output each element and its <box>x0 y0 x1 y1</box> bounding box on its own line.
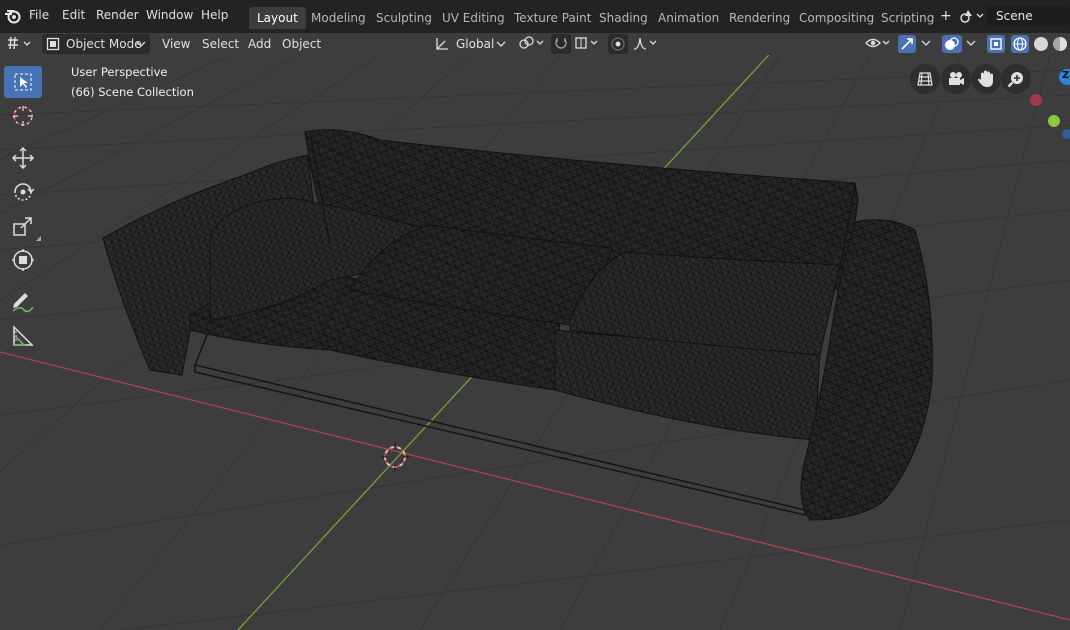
move-icon <box>11 146 35 170</box>
chevron-down-icon[interactable] <box>966 38 976 58</box>
proportional-editing-icon[interactable] <box>608 34 628 54</box>
mode-label: Object Mode <box>66 37 142 51</box>
cursor-tool[interactable] <box>4 100 42 132</box>
transform-orientation-dropdown[interactable]: Global <box>432 34 512 54</box>
menu-help[interactable]: Help <box>201 8 228 22</box>
menu-render[interactable]: Render <box>96 8 139 22</box>
tab-shading[interactable]: Shading <box>591 7 656 29</box>
navigation-gizmo[interactable]: Z <box>1025 66 1070 146</box>
toggle-view-button[interactable] <box>910 64 940 94</box>
select-box-tool[interactable] <box>4 66 42 98</box>
wireframe-shading-icon[interactable] <box>1010 34 1030 54</box>
gizmo-toggle-icon[interactable] <box>897 34 917 54</box>
pivot-point-icon[interactable] <box>518 35 548 55</box>
scene-selector-icon[interactable] <box>959 7 985 25</box>
tab-animation[interactable]: Animation <box>650 7 727 29</box>
3d-viewport[interactable] <box>0 55 1070 630</box>
solid-shading-icon[interactable] <box>1032 34 1050 54</box>
transform-icon <box>11 248 35 272</box>
hand-pan-icon <box>977 69 995 89</box>
overlays-toggle-icon[interactable] <box>941 34 963 54</box>
viewport-canvas <box>0 55 1070 630</box>
mode-dropdown[interactable]: Object Mode <box>42 34 150 54</box>
menu-object[interactable]: Object <box>282 34 321 54</box>
orientation-axes-icon <box>434 36 450 52</box>
measure-tool[interactable] <box>4 320 42 352</box>
transform-tool[interactable] <box>4 244 42 276</box>
orientation-label: Global <box>456 37 495 51</box>
chevron-down-icon <box>496 39 506 49</box>
falloff-curve-icon[interactable] <box>632 35 660 55</box>
menu-select[interactable]: Select <box>202 34 239 54</box>
material-shading-icon[interactable] <box>1051 34 1070 54</box>
annotate-icon <box>10 290 36 314</box>
snap-toggle-icon[interactable] <box>551 34 571 54</box>
rotate-tool[interactable] <box>4 176 42 208</box>
tab-compositing[interactable]: Compositing <box>791 7 882 29</box>
visibility-icon[interactable] <box>864 35 892 55</box>
tab-uv-editing[interactable]: UV Editing <box>434 7 513 29</box>
tab-rendering[interactable]: Rendering <box>721 7 798 29</box>
move-tool[interactable] <box>4 142 42 174</box>
camera-icon <box>947 70 965 88</box>
camera-view-button[interactable] <box>941 64 971 94</box>
scale-tool[interactable] <box>4 210 42 242</box>
menu-add[interactable]: Add <box>248 34 271 54</box>
chevron-down-icon <box>136 39 146 49</box>
viewport-collection-label: (66) Scene Collection <box>71 85 194 99</box>
snap-target-icon[interactable] <box>574 35 602 55</box>
chevron-down-icon[interactable] <box>921 38 931 58</box>
zoom-icon <box>1007 70 1025 88</box>
cursor-icon <box>10 104 36 128</box>
corner-indicator-icon <box>36 236 41 241</box>
xray-toggle-icon[interactable] <box>986 34 1006 54</box>
add-workspace-button[interactable]: + <box>940 8 952 24</box>
pan-view-button[interactable] <box>971 64 1001 94</box>
select-box-icon <box>13 72 33 92</box>
menu-window[interactable]: Window <box>146 8 193 22</box>
blender-logo-icon[interactable] <box>4 7 22 25</box>
gizmo-z-label: Z <box>1062 70 1070 81</box>
menu-file[interactable]: File <box>29 8 49 22</box>
scale-icon <box>12 215 34 237</box>
tab-scripting[interactable]: Scripting <box>873 7 942 29</box>
tab-texture-paint[interactable]: Texture Paint <box>506 7 599 29</box>
rotate-icon <box>11 180 35 204</box>
grid-view-icon <box>917 71 933 87</box>
viewport-perspective-label: User Perspective <box>71 65 168 79</box>
scene-name-field[interactable]: Scene <box>987 6 1070 26</box>
editor-type-icon[interactable] <box>4 34 36 54</box>
menu-edit[interactable]: Edit <box>62 8 85 22</box>
tab-layout[interactable]: Layout <box>249 7 306 29</box>
tab-modeling[interactable]: Modeling <box>303 7 374 29</box>
3d-cursor[interactable] <box>381 443 409 471</box>
object-mode-icon <box>46 37 60 51</box>
top-bar: File Edit Render Window Help Layout Mode… <box>0 0 1070 33</box>
menu-view[interactable]: View <box>162 34 190 54</box>
sofa-mesh[interactable] <box>102 129 933 521</box>
viewport-header: Object Mode View Select Add Object Globa… <box>0 33 1070 55</box>
measure-icon <box>11 324 35 348</box>
tab-sculpting[interactable]: Sculpting <box>368 7 440 29</box>
annotate-tool[interactable] <box>4 286 42 318</box>
